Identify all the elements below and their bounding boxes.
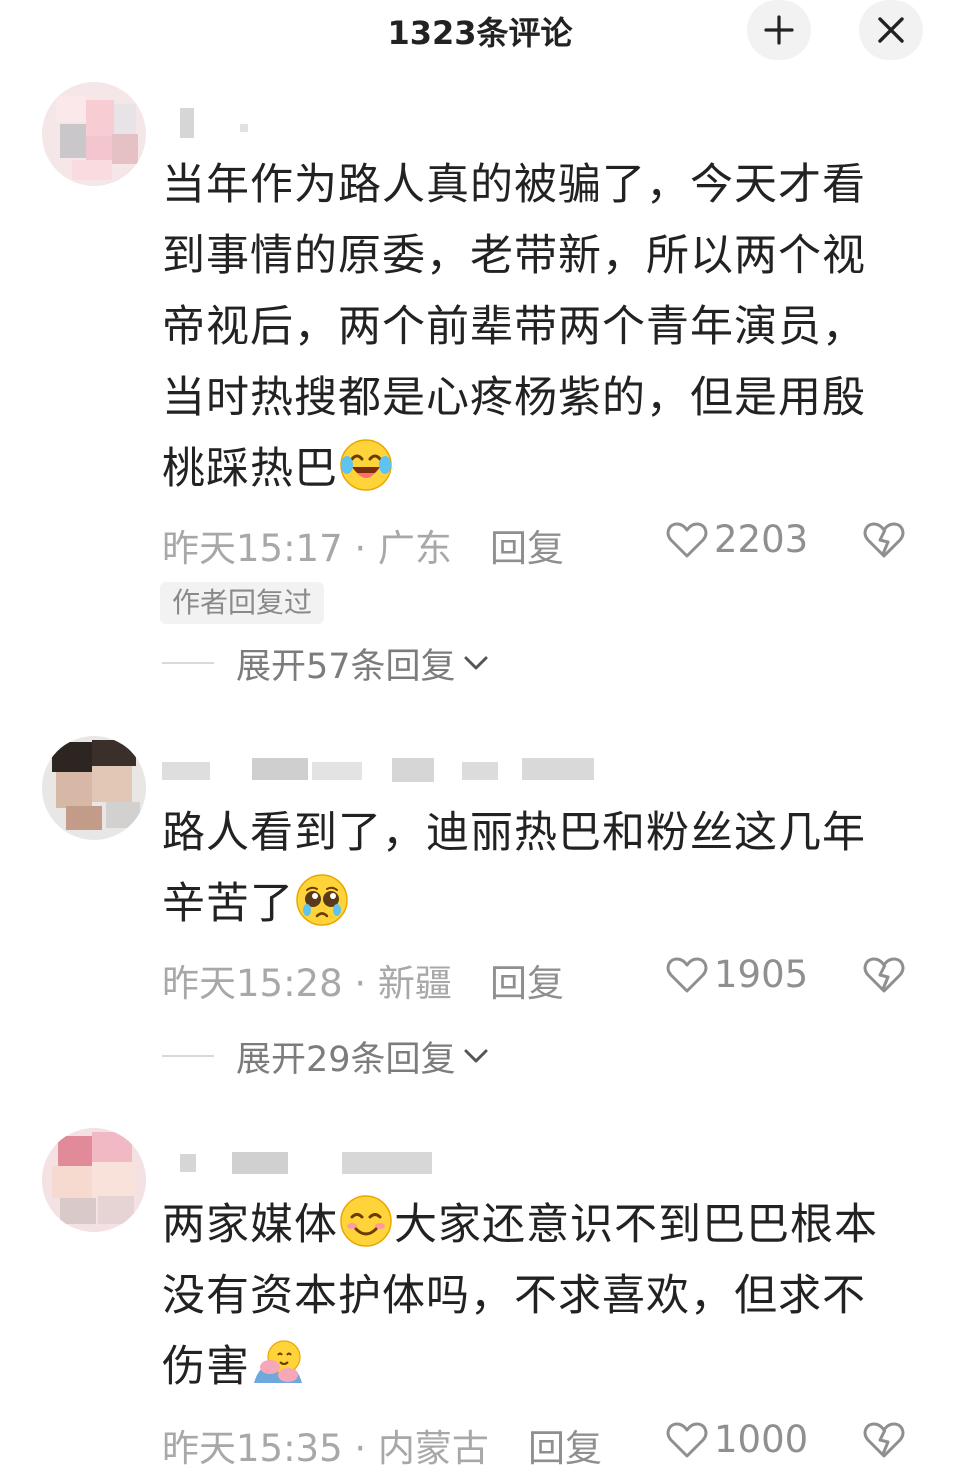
- comment-line: 没有资本护体吗，不求喜欢，但求不: [162, 1271, 866, 1321]
- reply-button[interactable]: 回复: [528, 1418, 602, 1472]
- expand-replies-button[interactable]: 展开29条回复: [162, 1034, 490, 1080]
- comment-text: 当年作为路人真的被骗了，今天才看 到事情的原委，老带新，所以两个视 帝视后，两个…: [162, 150, 922, 505]
- comment-line: 辛苦了: [162, 869, 922, 940]
- avatar[interactable]: [42, 1128, 146, 1232]
- like-button[interactable]: 1000: [666, 1418, 808, 1461]
- comment-text: 路人看到了，迪丽热巴和粉丝这几年 辛苦了: [162, 798, 922, 940]
- comment-line: 当时热搜都是心疼杨紫的，但是用殷: [162, 373, 866, 423]
- chevron-down-icon: [464, 656, 488, 670]
- pleading-face-emoji: [296, 874, 348, 926]
- laughing-crying-emoji: [340, 439, 392, 491]
- like-count: 1000: [714, 1418, 809, 1461]
- avatar[interactable]: [42, 82, 146, 186]
- timestamp-location: 昨天15:17 · 广东: [162, 527, 452, 570]
- like-button[interactable]: 2203: [666, 518, 808, 561]
- comment-line-text: 桃踩热巴: [162, 444, 338, 494]
- expand-replies-button[interactable]: 展开57条回复: [162, 641, 490, 687]
- comment-line-text: 两家媒体: [162, 1200, 338, 1250]
- author-replied-badge: 作者回复过: [160, 582, 325, 624]
- expand-replies-label: 展开29条回复: [236, 1039, 456, 1080]
- comment-text: 两家媒体 大家还意识不到巴巴根本 没有资本护体吗，不求喜欢，但求不 伤害: [162, 1190, 922, 1403]
- chevron-down-icon: [464, 1049, 488, 1063]
- expand-replies-label: 展开57条回复: [236, 646, 456, 687]
- comment-meta: 昨天15:35 · 内蒙古 回复 1000: [162, 1418, 922, 1470]
- heart-outline-icon: [666, 522, 708, 557]
- broken-heart-icon[interactable]: [862, 955, 906, 995]
- comment-line-text: 大家还意识不到巴巴根本: [394, 1200, 878, 1250]
- comment-line: 当年作为路人真的被骗了，今天才看: [162, 160, 866, 210]
- reply-button[interactable]: 回复: [490, 953, 564, 1007]
- comment-line: 两家媒体 大家还意识不到巴巴根本: [162, 1190, 922, 1261]
- comments-count-title: 1323条评论: [387, 14, 573, 52]
- comment-line: 路人看到了，迪丽热巴和粉丝这几年: [162, 808, 866, 858]
- comment-line: 桃踩热巴: [162, 434, 922, 505]
- username-blurred[interactable]: [162, 108, 252, 138]
- like-count: 2203: [714, 518, 809, 561]
- collapse-icon: [764, 15, 794, 45]
- username-blurred[interactable]: [162, 1150, 442, 1180]
- comment-line-text: 伤害: [162, 1342, 250, 1392]
- username-blurred[interactable]: [162, 758, 602, 788]
- avatar[interactable]: [42, 736, 146, 840]
- comment-meta: 昨天15:28 · 新疆 回复 1905: [162, 953, 922, 1005]
- reply-button[interactable]: 回复: [490, 518, 564, 572]
- comment-meta: 昨天15:17 · 广东 回复 2203: [162, 518, 922, 570]
- timestamp-location: 昨天15:28 · 新疆: [162, 962, 452, 1005]
- comments-header: 1323条评论: [0, 0, 960, 64]
- heart-outline-icon: [666, 957, 708, 992]
- hugging-emoji: [254, 1340, 302, 1383]
- timestamp-location: 昨天15:35 · 内蒙古: [162, 1427, 489, 1470]
- comment-line: 伤害: [162, 1332, 922, 1403]
- heart-outline-icon: [666, 1422, 708, 1457]
- like-button[interactable]: 1905: [666, 953, 808, 996]
- comment-line: 帝视后，两个前辈带两个青年演员，: [162, 302, 866, 352]
- comment-line: 到事情的原委，老带新，所以两个视: [162, 231, 866, 281]
- smiling-blush-emoji: [340, 1195, 392, 1247]
- comment-line-text: 辛苦了: [162, 879, 294, 929]
- broken-heart-icon[interactable]: [862, 1420, 906, 1460]
- close-button[interactable]: [859, 0, 923, 60]
- collapse-button[interactable]: [747, 0, 811, 60]
- divider: [162, 662, 214, 664]
- broken-heart-icon[interactable]: [862, 520, 906, 560]
- divider: [162, 1055, 214, 1057]
- like-count: 1905: [714, 953, 809, 996]
- close-icon: [878, 17, 904, 43]
